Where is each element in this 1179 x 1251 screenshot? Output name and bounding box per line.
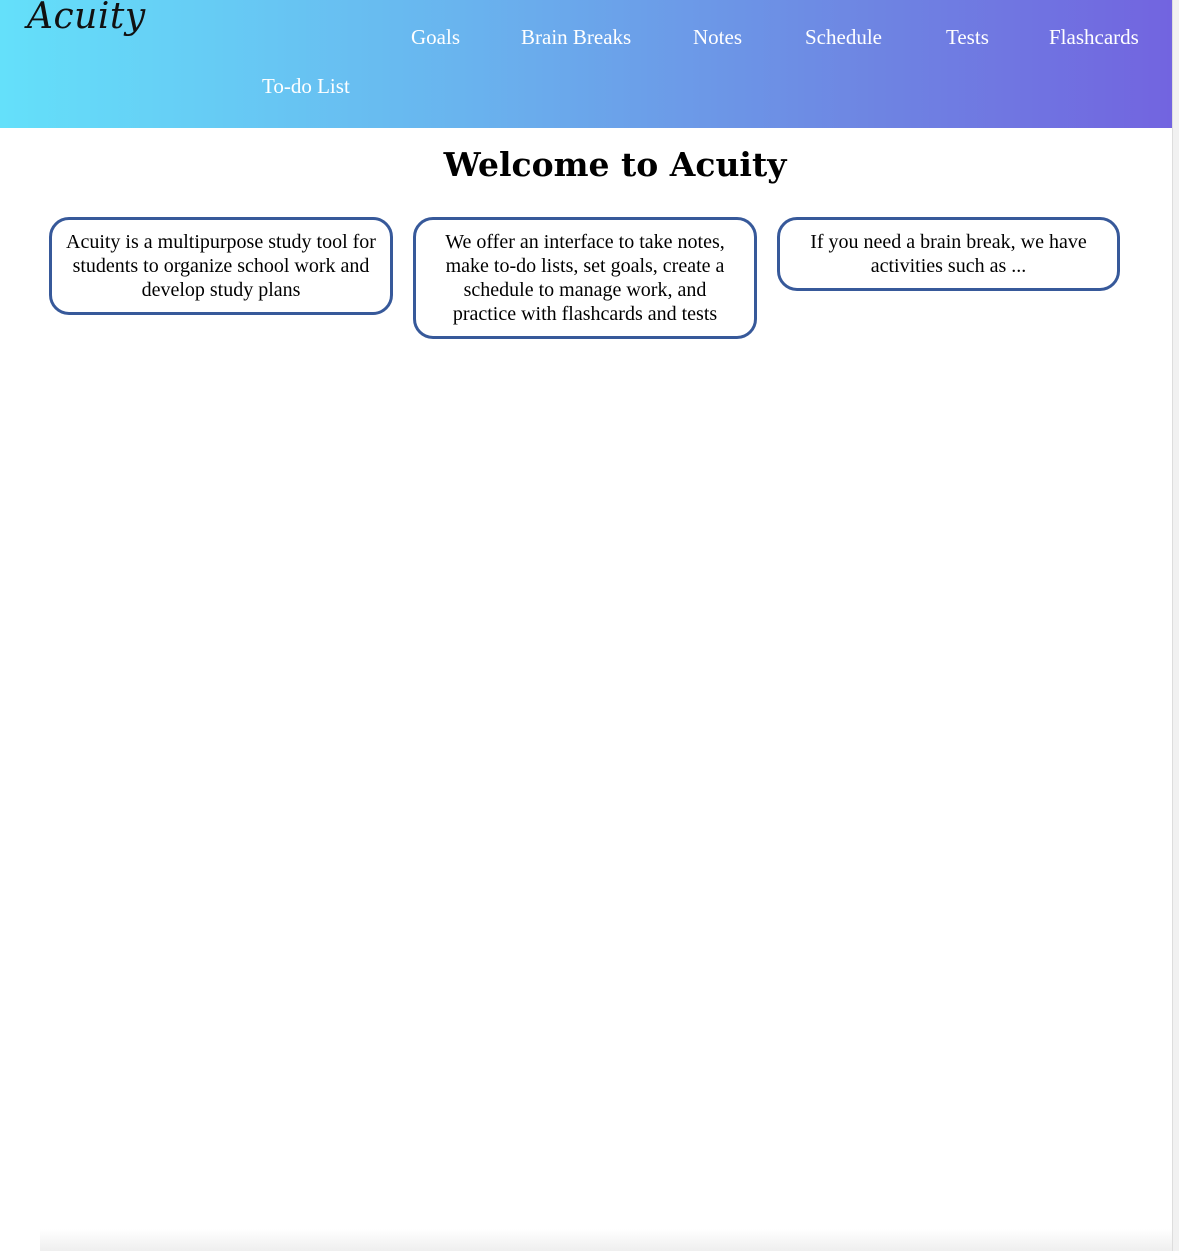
info-card-brain-break: If you need a brain break, we have activ… — [777, 217, 1120, 291]
nav-link-schedule[interactable]: Schedule — [805, 25, 882, 50]
info-card-features: We offer an interface to take notes, mak… — [413, 217, 757, 339]
nav-link-brain-breaks[interactable]: Brain Breaks — [521, 25, 631, 50]
nav-link-todo-list[interactable]: To-do List — [262, 74, 350, 99]
header-bar: Acuity Goals Brain Breaks Notes Schedule… — [0, 0, 1173, 128]
vertical-scrollbar[interactable] — [1172, 0, 1179, 1251]
page-title: Welcome to Acuity — [443, 145, 787, 184]
page: Acuity Goals Brain Breaks Notes Schedule… — [0, 0, 1179, 1251]
bottom-shadow — [40, 1229, 1173, 1251]
site-logo[interactable]: Acuity — [27, 0, 146, 37]
info-card-about: Acuity is a multipurpose study tool for … — [49, 217, 393, 315]
nav-link-flashcards[interactable]: Flashcards — [1049, 25, 1139, 50]
nav-link-goals[interactable]: Goals — [411, 25, 460, 50]
nav-link-notes[interactable]: Notes — [693, 25, 742, 50]
nav-link-tests[interactable]: Tests — [946, 25, 989, 50]
